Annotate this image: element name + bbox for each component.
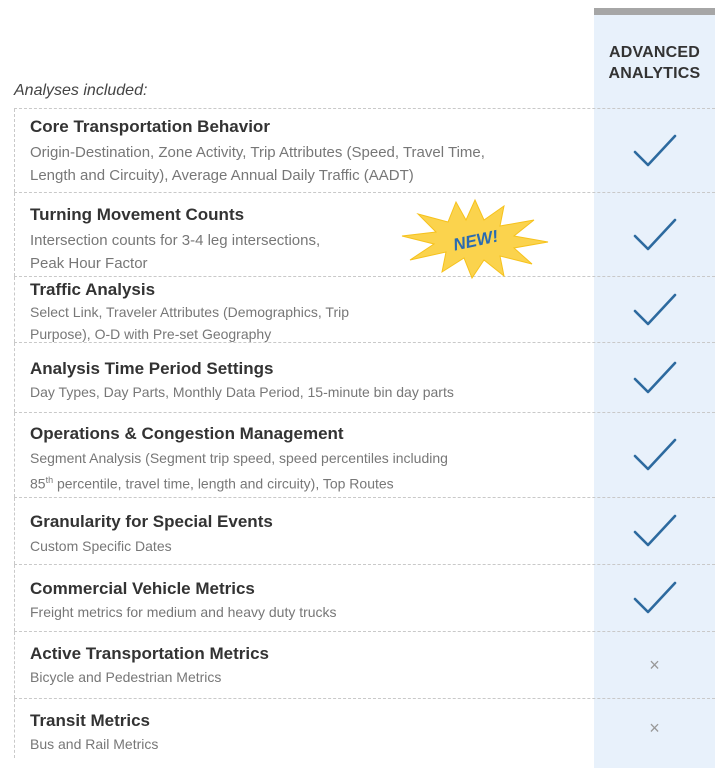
row-description: Bus and Rail Metrics xyxy=(30,736,159,752)
column-top-bar xyxy=(594,8,715,15)
analyses-table: Core Transportation Behavior Origin-Dest… xyxy=(14,108,715,758)
check-icon xyxy=(594,565,715,631)
table-row-special-events: Granularity for Special Events Custom Sp… xyxy=(14,497,715,564)
row-description: Freight metrics for medium and heavy dut… xyxy=(30,604,337,620)
row-description: Segment Analysis (Segment trip speed, sp… xyxy=(30,450,448,492)
row-title: Operations & Congestion Management xyxy=(30,424,344,443)
column-title-line1: ADVANCED xyxy=(608,44,701,61)
analyses-included-label: Analyses included: xyxy=(14,82,148,99)
table-row-traffic-analysis: Traffic Analysis Select Link, Traveler A… xyxy=(14,276,715,342)
row-title: Core Transportation Behavior xyxy=(30,117,270,136)
check-icon xyxy=(594,193,715,276)
cross-icon: × xyxy=(649,718,660,738)
row-title: Granularity for Special Events xyxy=(30,512,273,531)
row-description: Day Types, Day Parts, Monthly Data Perio… xyxy=(30,384,454,400)
row-title: Transit Metrics xyxy=(30,711,150,730)
row-description: Select Link, Traveler Attributes (Demogr… xyxy=(30,304,350,342)
check-icon xyxy=(594,277,715,342)
table-row-transit-metrics: Transit Metrics Bus and Rail Metrics × xyxy=(14,698,715,758)
table-row-time-period-settings: Analysis Time Period Settings Day Types,… xyxy=(14,342,715,412)
check-icon xyxy=(594,413,715,497)
table-row-core-transportation: Core Transportation Behavior Origin-Dest… xyxy=(14,108,715,192)
row-description: Bicycle and Pedestrian Metrics xyxy=(30,669,222,685)
row-description: Origin-Destination, Zone Activity, Trip … xyxy=(30,144,485,184)
row-title: Traffic Analysis xyxy=(30,280,156,299)
cross-icon: × xyxy=(649,654,660,675)
column-header-advanced-analytics: ADVANCED ANALYTICS xyxy=(594,42,715,84)
row-title: Turning Movement Counts xyxy=(30,205,245,224)
table-row-commercial-vehicle: Commercial Vehicle Metrics Freight metri… xyxy=(14,564,715,631)
column-title-line2: ANALYTICS xyxy=(608,65,701,82)
row-description: Custom Specific Dates xyxy=(30,538,172,554)
table-row-operations-congestion: Operations & Congestion Management Segme… xyxy=(14,412,715,497)
check-icon xyxy=(594,343,715,412)
row-title: Analysis Time Period Settings xyxy=(30,359,274,378)
check-icon xyxy=(594,109,715,192)
table-row-turning-movement: Turning Movement Counts Intersection cou… xyxy=(14,192,715,276)
row-title: Active Transportation Metrics xyxy=(30,644,270,663)
row-title: Commercial Vehicle Metrics xyxy=(30,579,255,598)
new-starburst-badge: NEW! xyxy=(401,198,549,280)
check-icon xyxy=(594,498,715,564)
table-row-active-transportation: Active Transportation Metrics Bicycle an… xyxy=(14,631,715,698)
